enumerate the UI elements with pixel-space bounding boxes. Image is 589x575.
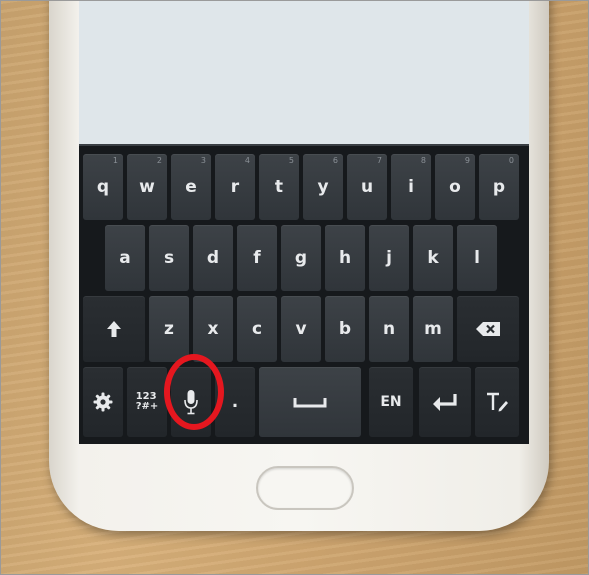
key-label: v <box>295 319 307 339</box>
language-label: EN <box>380 394 402 410</box>
space-bar-icon <box>293 398 327 408</box>
language-key[interactable]: EN <box>369 367 413 437</box>
key-hint: 1 <box>112 156 118 165</box>
key-d[interactable]: d <box>193 225 233 291</box>
key-hint: 8 <box>420 156 426 165</box>
microphone-highlight-ring <box>164 354 224 430</box>
key-label: x <box>207 319 219 339</box>
backspace-key[interactable] <box>457 296 519 362</box>
key-a[interactable]: a <box>105 225 145 291</box>
phone-screen: 1q 2w 3e 4r 5t 6y 7u 8i 9o 0p a s d f g … <box>79 1 529 444</box>
key-b[interactable]: b <box>325 296 365 362</box>
photo-frame: 1q 2w 3e 4r 5t 6y 7u 8i 9o 0p a s d f g … <box>0 0 589 575</box>
key-o[interactable]: 9o <box>435 154 475 220</box>
key-label: i <box>408 177 414 197</box>
key-label: g <box>294 248 308 268</box>
onscreen-keyboard: 1q 2w 3e 4r 5t 6y 7u 8i 9o 0p a s d f g … <box>79 146 529 444</box>
key-hint: 7 <box>376 156 382 165</box>
backspace-icon <box>476 322 500 336</box>
key-label: q <box>96 177 110 197</box>
key-i[interactable]: 8i <box>391 154 431 220</box>
key-m[interactable]: m <box>413 296 453 362</box>
key-q[interactable]: 1q <box>83 154 123 220</box>
key-hint: 4 <box>244 156 250 165</box>
key-g[interactable]: g <box>281 225 321 291</box>
key-label: d <box>206 248 220 268</box>
key-label: y <box>317 177 329 197</box>
key-e[interactable]: 3e <box>171 154 211 220</box>
key-label: w <box>139 177 155 197</box>
key-v[interactable]: v <box>281 296 321 362</box>
key-label: j <box>386 248 392 268</box>
key-r[interactable]: 4r <box>215 154 255 220</box>
key-hint: 6 <box>332 156 338 165</box>
gear-icon <box>93 392 113 412</box>
symbols-label: 123 ?#+ <box>136 392 159 412</box>
key-x[interactable]: x <box>193 296 233 362</box>
key-label: h <box>338 248 352 268</box>
key-hint: 3 <box>200 156 206 165</box>
key-label: c <box>251 319 263 339</box>
key-n[interactable]: n <box>369 296 409 362</box>
key-label: b <box>338 319 352 339</box>
key-label: z <box>164 319 174 339</box>
key-label: p <box>492 177 506 197</box>
key-label: a <box>119 248 131 268</box>
symbols-key[interactable]: 123 ?#+ <box>127 367 167 437</box>
key-t[interactable]: 5t <box>259 154 299 220</box>
key-hint: 0 <box>508 156 514 165</box>
key-l[interactable]: l <box>457 225 497 291</box>
key-label: o <box>449 177 461 197</box>
key-label: n <box>382 319 396 339</box>
key-label: s <box>163 248 175 268</box>
key-u[interactable]: 7u <box>347 154 387 220</box>
key-j[interactable]: j <box>369 225 409 291</box>
enter-return-icon <box>433 394 457 411</box>
key-label: f <box>253 248 261 268</box>
key-y[interactable]: 6y <box>303 154 343 220</box>
key-label: r <box>230 177 240 197</box>
text-edit-key[interactable] <box>475 367 519 437</box>
key-w[interactable]: 2w <box>127 154 167 220</box>
key-c[interactable]: c <box>237 296 277 362</box>
key-z[interactable]: z <box>149 296 189 362</box>
key-s[interactable]: s <box>149 225 189 291</box>
key-h[interactable]: h <box>325 225 365 291</box>
text-edit-icon <box>487 392 508 412</box>
key-label: u <box>360 177 374 197</box>
key-label: m <box>424 319 442 339</box>
key-p[interactable]: 0p <box>479 154 519 220</box>
period-label: . <box>231 392 239 412</box>
key-f[interactable]: f <box>237 225 277 291</box>
shift-arrow-icon <box>107 321 121 337</box>
enter-key[interactable] <box>419 367 471 437</box>
key-hint: 9 <box>464 156 470 165</box>
shift-key[interactable] <box>83 296 145 362</box>
key-label: t <box>274 177 284 197</box>
settings-key[interactable] <box>83 367 123 437</box>
key-hint: 2 <box>156 156 162 165</box>
key-label: k <box>427 248 439 268</box>
home-button[interactable] <box>256 466 354 510</box>
key-label: e <box>185 177 197 197</box>
key-hint: 5 <box>288 156 294 165</box>
key-k[interactable]: k <box>413 225 453 291</box>
text-input-area[interactable] <box>79 1 529 146</box>
key-label: l <box>474 248 480 268</box>
space-key[interactable] <box>259 367 361 437</box>
symbols-line-2: ?#+ <box>135 401 159 412</box>
